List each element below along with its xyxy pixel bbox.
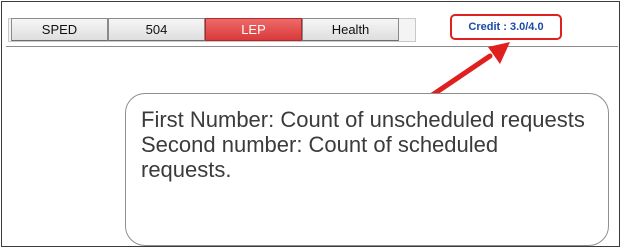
tab-sped[interactable]: SPED <box>11 18 108 41</box>
tab-504[interactable]: 504 <box>108 18 205 41</box>
credit-label: Credit : 3.0/4.0 <box>468 21 544 33</box>
tab-lep[interactable]: LEP <box>205 18 302 41</box>
tab-health[interactable]: Health <box>302 18 399 41</box>
credit-highlight-box: Credit : 3.0/4.0 <box>450 14 562 40</box>
annotation-callout: First Number: Count of unscheduled reque… <box>125 93 609 246</box>
divider-line <box>6 46 618 47</box>
callout-line-first-number: First Number: Count of unscheduled reque… <box>141 107 585 132</box>
callout-line-second-number: Second number: Count of scheduled reques… <box>141 132 499 182</box>
